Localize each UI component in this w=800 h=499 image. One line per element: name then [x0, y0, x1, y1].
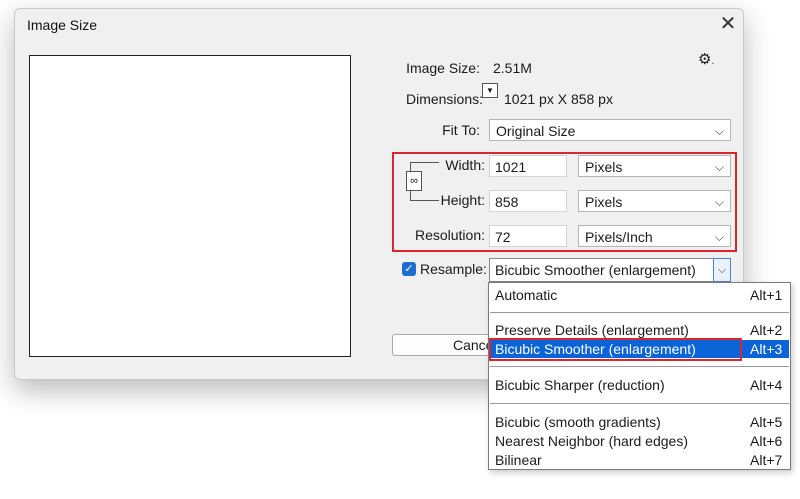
width-label: Width:	[445, 157, 485, 173]
image-preview	[29, 55, 351, 357]
width-unit-select[interactable]: Pixels ⌵	[578, 155, 731, 177]
height-input[interactable]: 858	[489, 190, 567, 212]
width-unit-value: Pixels	[585, 159, 623, 175]
resolution-label: Resolution:	[414, 227, 485, 243]
option-name: Bilinear	[495, 452, 542, 468]
option-name: Preserve Details (enlargement)	[495, 322, 689, 338]
height-unit-select[interactable]: Pixels ⌵	[578, 190, 731, 212]
option-shortcut: Alt+3	[750, 341, 783, 357]
gear-icon[interactable]: ⚙.	[698, 50, 714, 68]
image-size-label: Image Size:	[406, 60, 480, 76]
dimensions-label: Dimensions:	[405, 91, 483, 107]
option-shortcut: Alt+1	[750, 287, 783, 303]
resample-dropdown-list: Automatic Alt+1 Preserve Details (enlarg…	[488, 282, 791, 470]
fit-to-label: Fit To:	[442, 122, 480, 138]
option-shortcut: Alt+2	[750, 322, 783, 338]
chevron-down-icon: ⌵	[714, 230, 724, 244]
dropdown-option-nearest-neighbor[interactable]: Nearest Neighbor (hard edges) Alt+6	[490, 432, 789, 450]
chevron-down-icon[interactable]: ⌵	[713, 258, 731, 282]
chain-link-icon[interactable]: ∞	[406, 171, 422, 191]
fit-to-value: Original Size	[496, 123, 576, 139]
chevron-down-icon: ⌵	[714, 124, 724, 138]
chevron-down-icon: ⌵	[714, 160, 724, 174]
dropdown-option-bilinear[interactable]: Bilinear Alt+7	[490, 451, 789, 469]
dropdown-separator	[490, 403, 789, 404]
option-shortcut: Alt+5	[750, 414, 783, 430]
close-icon[interactable]: ✕	[717, 13, 739, 35]
dropdown-separator	[490, 366, 789, 367]
dialog-title: Image Size	[27, 17, 98, 33]
resample-select[interactable]: Bicubic Smoother (enlargement)	[489, 258, 731, 282]
gear-glyph: ⚙	[698, 51, 712, 68]
dropdown-separator	[490, 312, 789, 313]
checkmark-icon: ✓	[404, 263, 414, 275]
option-shortcut: Alt+6	[750, 433, 783, 449]
fit-to-select[interactable]: Original Size ⌵	[489, 119, 731, 141]
chevron-down-icon: ⌵	[714, 195, 724, 209]
dropdown-option-bicubic[interactable]: Bicubic (smooth gradients) Alt+5	[490, 413, 789, 431]
option-name: Automatic	[495, 287, 558, 303]
resample-value: Bicubic Smoother (enlargement)	[495, 262, 696, 278]
dropdown-option-bicubic-sharper[interactable]: Bicubic Sharper (reduction) Alt+4	[490, 376, 789, 394]
highlight-box-selected-option	[489, 338, 742, 361]
resample-checkbox[interactable]: ✓	[402, 262, 416, 276]
dropdown-option-automatic[interactable]: Automatic Alt+1	[490, 286, 789, 304]
resample-label: Resample:	[420, 261, 487, 277]
image-size-value: 2.51M	[493, 60, 532, 76]
height-unit-value: Pixels	[585, 194, 623, 210]
option-name: Nearest Neighbor (hard edges)	[495, 433, 688, 449]
dimensions-dropdown-icon[interactable]: ▼	[482, 83, 498, 98]
option-shortcut: Alt+4	[750, 377, 783, 393]
dropdown-option-preserve-details[interactable]: Preserve Details (enlargement) Alt+2	[490, 321, 789, 339]
cancel-button[interactable]: Cancel	[392, 334, 492, 356]
width-input[interactable]: 1021	[489, 155, 567, 177]
resolution-input[interactable]: 72	[489, 225, 567, 247]
dimensions-value: 1021 px X 858 px	[504, 91, 613, 107]
height-label: Height:	[440, 192, 485, 208]
resolution-unit-value: Pixels/Inch	[585, 229, 653, 245]
resolution-unit-select[interactable]: Pixels/Inch ⌵	[578, 225, 731, 247]
option-name: Bicubic Sharper (reduction)	[495, 377, 665, 393]
option-shortcut: Alt+7	[750, 452, 783, 468]
option-name: Bicubic (smooth gradients)	[495, 414, 661, 430]
